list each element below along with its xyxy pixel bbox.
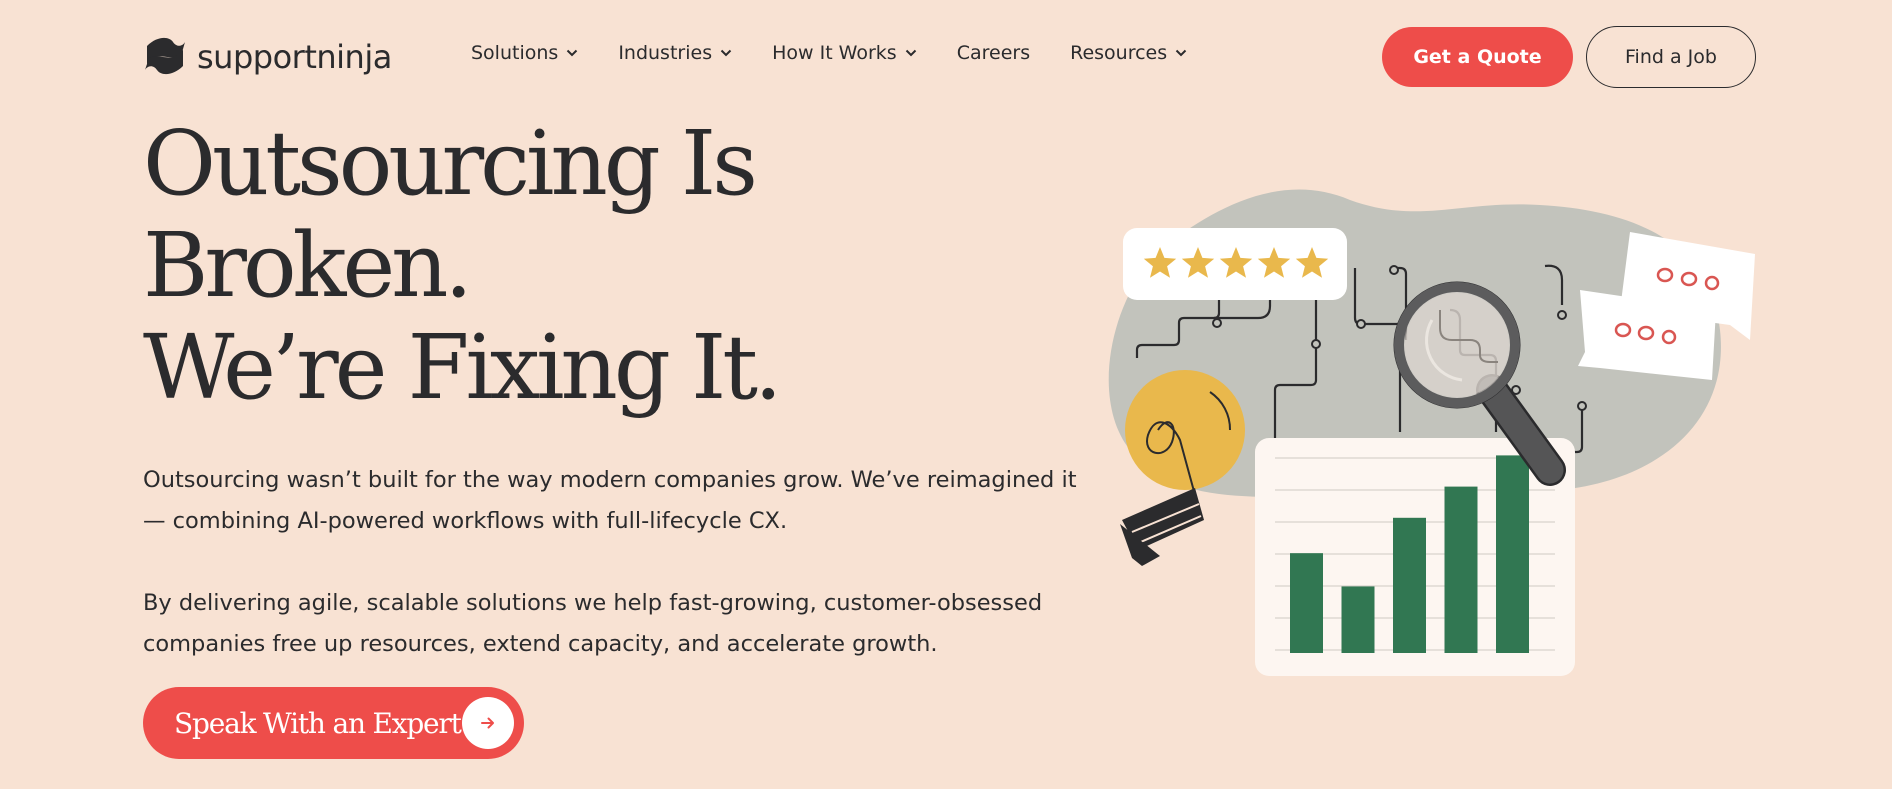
chart-bar xyxy=(1290,553,1323,653)
hero-headline: Outsourcing Is Broken. We’re Fixing It. xyxy=(143,112,963,418)
arrow-right-icon xyxy=(462,697,514,749)
chevron-down-icon xyxy=(567,49,578,57)
headline-line: We’re Fixing It. xyxy=(143,315,782,419)
headline-line: Broken. xyxy=(143,213,473,317)
chart-bar xyxy=(1341,586,1375,653)
chevron-down-icon xyxy=(1175,49,1187,57)
nav-item-label: Careers xyxy=(956,42,1031,64)
chart-bar xyxy=(1496,455,1529,653)
nav-item-how-it-works[interactable]: How It Works xyxy=(772,42,917,64)
ninja-logo-icon xyxy=(145,37,185,75)
chart-bar xyxy=(1393,517,1426,653)
nav-item-label: Resources xyxy=(1070,42,1168,64)
find-a-job-button[interactable]: Find a Job xyxy=(1586,26,1756,88)
top-nav: supportninja Solutions Industries How It… xyxy=(0,0,1892,112)
nav-item-solutions[interactable]: Solutions xyxy=(471,42,578,64)
nav-item-label: Solutions xyxy=(471,42,559,64)
chevron-down-icon xyxy=(720,49,732,57)
nav-item-label: How It Works xyxy=(772,42,897,64)
nav-item-resources[interactable]: Resources xyxy=(1070,42,1187,64)
chart-bar xyxy=(1444,486,1478,653)
hero-illustration xyxy=(1108,189,1755,676)
cta-label: Speak With an Expert xyxy=(174,706,462,740)
nav-item-label: Industries xyxy=(618,42,713,64)
main-menu: Solutions Industries How It Works Career… xyxy=(471,42,1227,64)
nav-item-careers[interactable]: Careers xyxy=(957,42,1030,64)
get-a-quote-button[interactable]: Get a Quote xyxy=(1382,27,1573,87)
lightbulb-icon xyxy=(1120,370,1245,566)
headline-line: Outsourcing Is xyxy=(143,111,758,215)
speak-with-expert-button[interactable]: Speak With an Expert xyxy=(143,687,524,759)
hero-paragraph-2: By delivering agile, scalable solutions … xyxy=(143,590,1043,657)
brand-logo[interactable]: supportninja xyxy=(143,32,392,82)
hero-paragraph-1: Outsourcing wasn’t built for the way mod… xyxy=(143,467,1077,534)
brand-name: supportninja xyxy=(197,38,392,76)
chevron-down-icon xyxy=(905,49,916,57)
nav-item-industries[interactable]: Industries xyxy=(618,42,732,64)
